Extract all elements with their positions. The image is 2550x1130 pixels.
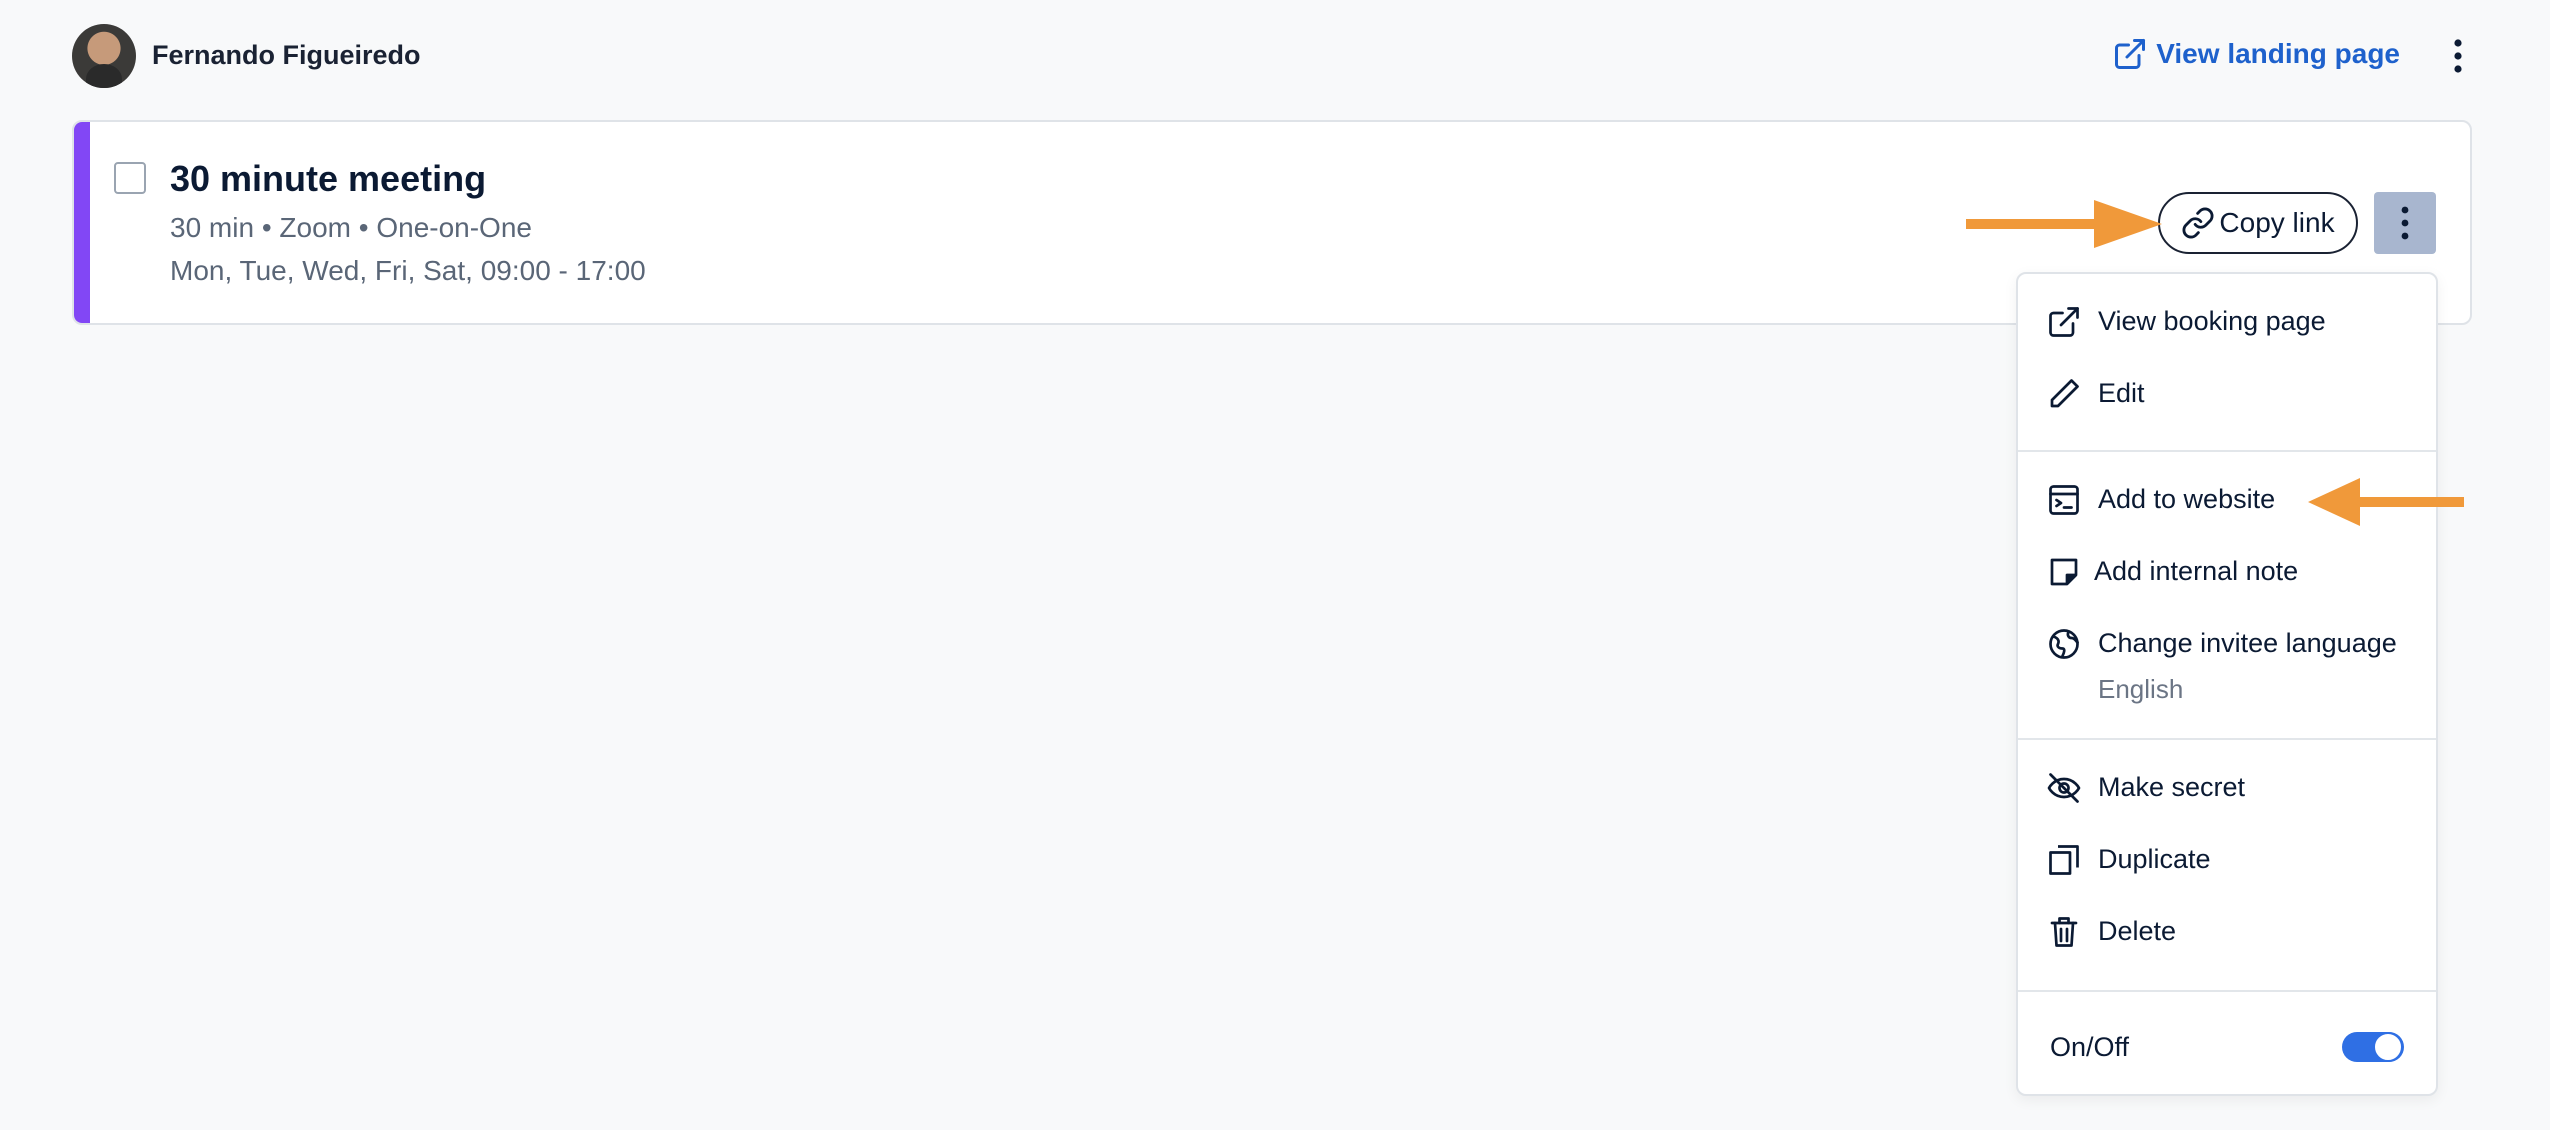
sticky-note-icon: [2050, 558, 2078, 586]
kebab-menu-icon: [2454, 39, 2462, 73]
eye-off-icon: [2047, 773, 2081, 803]
menu-item-label: Make secret: [2098, 772, 2246, 802]
event-color-stripe: [74, 122, 90, 323]
menu-item-label: Change invitee language: [2098, 628, 2397, 658]
avatar: [72, 24, 136, 88]
menu-item-make-secret[interactable]: Make secret: [2018, 756, 2436, 820]
pencil-icon: [2050, 379, 2079, 408]
menu-item-edit[interactable]: Edit: [2018, 362, 2436, 426]
page-header: Fernando Figueiredo View landing page: [72, 22, 2478, 90]
copy-link-label: Copy link: [2219, 207, 2335, 238]
embed-code-icon: [2049, 485, 2079, 515]
link-icon: [2182, 207, 2214, 239]
view-landing-page-label: View landing page: [2156, 38, 2400, 69]
menu-item-label: Duplicate: [2098, 844, 2211, 874]
on-off-row: On/Off: [2018, 1014, 2436, 1078]
annotation-arrow-left: [2308, 478, 2464, 526]
menu-divider: [2018, 990, 2436, 992]
menu-item-label: Edit: [2098, 378, 2145, 408]
trash-icon: [2050, 917, 2078, 947]
menu-item-label: Add internal note: [2094, 556, 2299, 586]
external-link-icon: [2049, 307, 2079, 337]
copy-link-button[interactable]: Copy link: [2158, 192, 2358, 254]
menu-item-delete[interactable]: Delete: [2018, 900, 2436, 964]
globe-icon: [2049, 629, 2079, 659]
invitee-language-value: English: [2098, 674, 2184, 704]
event-title: 30 minute meeting: [170, 158, 487, 199]
user-name: Fernando Figueiredo: [152, 40, 421, 70]
header-more-button[interactable]: [2438, 34, 2478, 78]
annotation-arrow-right: [1966, 200, 2162, 248]
external-link-icon: [2115, 39, 2146, 69]
menu-divider: [2018, 738, 2436, 740]
duplicate-icon: [2049, 845, 2079, 875]
event-schedule: Mon, Tue, Wed, Fri, Sat, 09:00 - 17:00: [170, 255, 646, 286]
event-select-checkbox[interactable]: [114, 162, 146, 194]
view-landing-page-link[interactable]: View landing page: [2112, 36, 2400, 72]
kebab-menu-icon: [2401, 206, 2409, 240]
menu-item-add-internal-note[interactable]: Add internal note: [2018, 540, 2436, 604]
event-more-button[interactable]: [2374, 192, 2436, 254]
menu-item-duplicate[interactable]: Duplicate: [2018, 828, 2436, 892]
event-actions-menu: View booking page Edit Add to website Ad…: [2016, 272, 2438, 1096]
menu-item-view-booking-page[interactable]: View booking page: [2018, 290, 2436, 354]
menu-divider: [2018, 450, 2436, 452]
on-off-toggle[interactable]: [2342, 1032, 2404, 1062]
menu-item-change-invitee-language[interactable]: Change invitee language: [2018, 612, 2436, 676]
menu-item-label: View booking page: [2098, 306, 2326, 336]
on-off-label: On/Off: [2050, 1032, 2130, 1062]
menu-item-label: Add to website: [2098, 484, 2276, 514]
menu-item-label: Delete: [2098, 916, 2177, 946]
event-meta: 30 min • Zoom • One-on-One: [170, 212, 532, 243]
